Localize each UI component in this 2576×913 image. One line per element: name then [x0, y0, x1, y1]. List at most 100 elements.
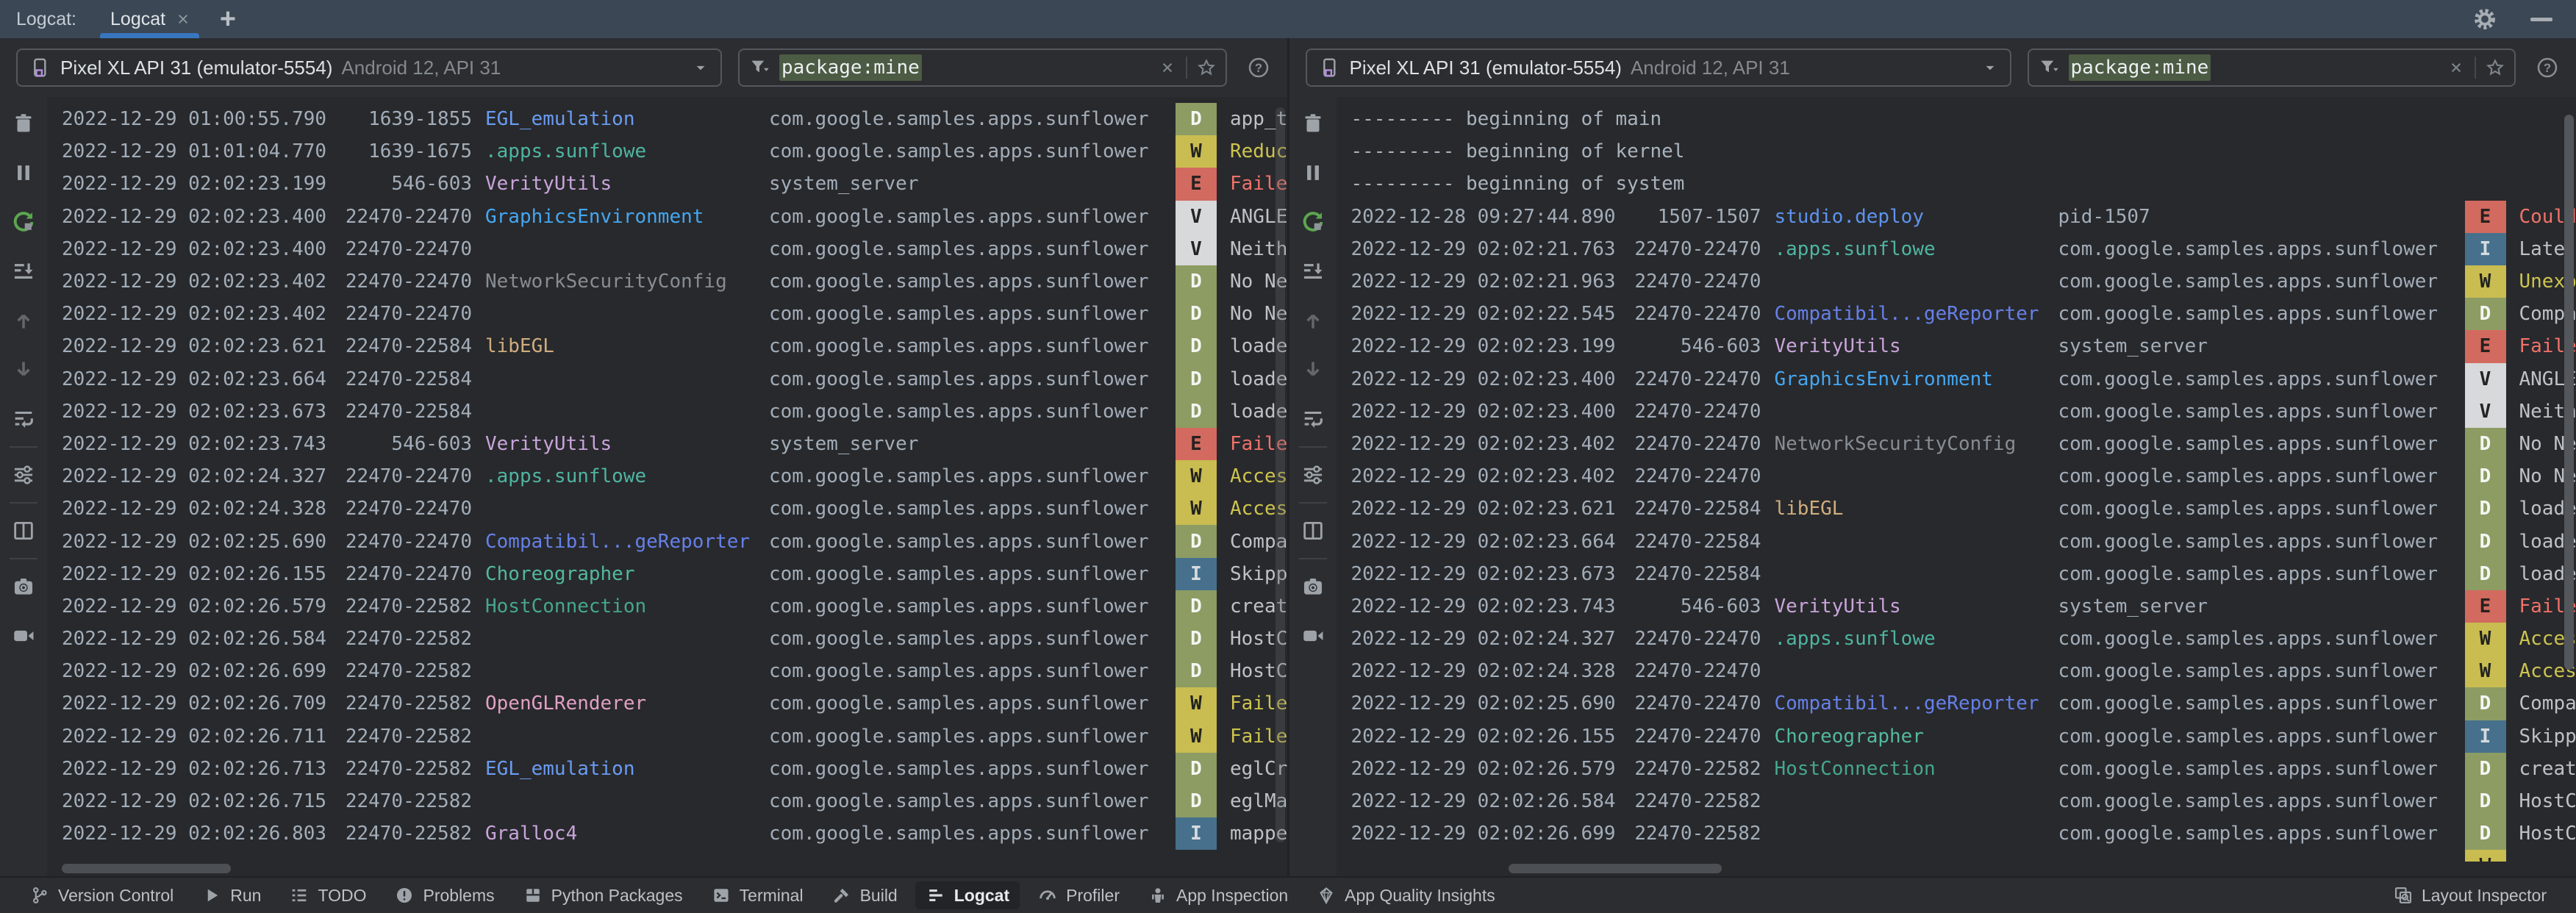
- scroll-to-end-button[interactable]: [9, 257, 38, 286]
- filter-funnel-icon[interactable]: [2038, 57, 2060, 79]
- statusbar-item-logcat[interactable]: Logcat: [915, 881, 1020, 909]
- log-row[interactable]: 2022-12-29 02:02:26.579 22470-22582 HostCo…: [1337, 752, 2576, 785]
- pause-logcat-button[interactable]: [1298, 158, 1328, 187]
- close-tab-icon[interactable]: ×: [177, 9, 189, 29]
- statusbar-item-version-control[interactable]: Version Control: [19, 881, 184, 909]
- log-row[interactable]: 2022-12-29 02:02:26.579 22470-22582 HostCo…: [47, 590, 1287, 623]
- log-row[interactable]: 2022-12-29 02:02:23.402 22470-22470 Networ…: [1337, 427, 2576, 461]
- log-row[interactable]: 2022-12-29 01:01:04.770 1639-1675 .apps.su…: [47, 135, 1287, 168]
- next-occurrence-button[interactable]: [9, 355, 38, 384]
- log-row[interactable]: 2022-12-29 02:02:26.699 22470-22582 com.go…: [47, 655, 1287, 688]
- scroll-to-end-button[interactable]: [1298, 257, 1328, 286]
- split-panels-button[interactable]: [9, 516, 38, 545]
- statusbar-item-run[interactable]: Run: [191, 881, 271, 909]
- log-row[interactable]: 2022-12-29 02:02:23.673 22470-22584 com.go…: [47, 395, 1287, 428]
- log-row[interactable]: 2022-12-29 02:02:24.327 22470-22470 .apps.…: [1337, 623, 2576, 656]
- log-row[interactable]: 2022-12-29 02:02:23.402 22470-22470 com.go…: [1337, 460, 2576, 493]
- statusbar-item-problems[interactable]: Problems: [384, 881, 504, 909]
- device-selector[interactable]: Pixel XL API 31 (emulator-5554) Android …: [16, 49, 722, 87]
- log-row[interactable]: 2022-12-29 02:02:25.690 22470-22470 Compat…: [1337, 687, 2576, 720]
- log-row[interactable]: 2022-12-29 02:02:23.664 22470-22584 com.go…: [47, 362, 1287, 395]
- log-row[interactable]: 2022-12-29 02:02:23.621 22470-22584 libEGL…: [47, 330, 1287, 363]
- split-panels-button[interactable]: [1298, 516, 1328, 545]
- log-row[interactable]: 2022-12-29 02:02:23.400 22470-22470 Graphi…: [47, 200, 1287, 233]
- favorite-star-icon[interactable]: [1196, 57, 1217, 78]
- logcat-formatting-options-button[interactable]: [9, 460, 38, 490]
- log-row[interactable]: 2022-12-29 02:02:23.664 22470-22584 com.go…: [1337, 525, 2576, 558]
- log-row[interactable]: 2022-12-29 02:02:23.402 22470-22470 Networ…: [47, 265, 1287, 298]
- filter-input[interactable]: package:mine: [2027, 49, 2516, 87]
- pause-logcat-button[interactable]: [9, 158, 38, 187]
- device-selector[interactable]: Pixel XL API 31 (emulator-5554) Android …: [1305, 49, 2011, 87]
- log-row[interactable]: 2022-12-29 01:00:55.790 1639-1855 EGL_emul…: [47, 103, 1287, 136]
- statusbar-item-app-inspection[interactable]: App Inspection: [1137, 881, 1298, 909]
- restart-logcat-button[interactable]: [9, 207, 38, 237]
- restart-logcat-button[interactable]: [1298, 207, 1328, 237]
- statusbar-item-build[interactable]: Build: [821, 881, 908, 909]
- horizontal-scrollbar-thumb[interactable]: [1508, 864, 1722, 873]
- log-row[interactable]: 2022-12-29 02:02:23.402 22470-22470 com.go…: [47, 298, 1287, 331]
- statusbar-item-profiler[interactable]: Profiler: [1027, 881, 1130, 909]
- logcat-formatting-options-button[interactable]: [1298, 460, 1328, 490]
- screen-record-button[interactable]: [1298, 621, 1328, 651]
- log-row[interactable]: W: [1337, 850, 2576, 862]
- vertical-scrollbar-thumb[interactable]: [2564, 115, 2574, 670]
- log-row[interactable]: 2022-12-29 02:02:24.328 22470-22470 com.go…: [1337, 655, 2576, 688]
- log-row[interactable]: 2022-12-29 02:02:23.400 22470-22470 com.go…: [1337, 395, 2576, 428]
- clear-filter-icon[interactable]: [1158, 58, 1177, 77]
- statusbar-item-todo[interactable]: TODO: [279, 881, 376, 909]
- log-row[interactable]: 2022-12-29 02:02:23.621 22470-22584 libEGL…: [1337, 493, 2576, 526]
- next-occurrence-button[interactable]: [1298, 355, 1328, 384]
- log-row[interactable]: 2022-12-29 02:02:24.328 22470-22470 com.go…: [47, 493, 1287, 526]
- horizontal-scrollbar-thumb[interactable]: [62, 864, 231, 873]
- log-row[interactable]: 2022-12-29 02:02:22.545 22470-22470 Compat…: [1337, 298, 2576, 331]
- log-row[interactable]: 2022-12-29 02:02:23.199 546-603 VerityUtil…: [47, 168, 1287, 201]
- clear-logcat-button[interactable]: [1298, 109, 1328, 138]
- log-row[interactable]: 2022-12-29 02:02:26.155 22470-22470 Choreo…: [1337, 720, 2576, 753]
- help-icon[interactable]: ?: [1243, 56, 1274, 79]
- log-row[interactable]: 2022-12-29 02:02:23.400 22470-22470 com.go…: [47, 232, 1287, 265]
- filter-funnel-icon[interactable]: [748, 57, 770, 79]
- help-icon[interactable]: ?: [2532, 56, 2563, 79]
- filter-input[interactable]: package:mine: [738, 49, 1227, 87]
- add-tab-button[interactable]: +: [220, 5, 236, 33]
- vertical-scrollbar-thumb[interactable]: [1275, 107, 1285, 842]
- tab-logcat[interactable]: Logcat ×: [99, 0, 201, 38]
- log-row[interactable]: 2022-12-29 02:02:26.155 22470-22470 Choreo…: [47, 557, 1287, 590]
- log-row[interactable]: 2022-12-29 02:02:26.713 22470-22582 EGL_em…: [47, 752, 1287, 785]
- log-row[interactable]: 2022-12-29 02:02:23.199 546-603 VerityUtil…: [1337, 330, 2576, 363]
- clear-filter-icon[interactable]: [2447, 58, 2466, 77]
- screenshot-button[interactable]: [9, 572, 38, 601]
- statusbar-item-python-packages[interactable]: Python Packages: [512, 881, 693, 909]
- minimize-icon[interactable]: [2530, 17, 2552, 21]
- log-row[interactable]: 2022-12-29 02:02:26.699 22470-22582 com.go…: [1337, 817, 2576, 851]
- statusbar-item-terminal[interactable]: Terminal: [701, 881, 814, 909]
- soft-wrap-button[interactable]: [1298, 404, 1328, 434]
- screen-record-button[interactable]: [9, 621, 38, 651]
- previous-occurrence-button[interactable]: [1298, 306, 1328, 335]
- log-row[interactable]: 2022-12-29 02:02:21.963 22470-22470 com.go…: [1337, 265, 2576, 298]
- soft-wrap-button[interactable]: [9, 404, 38, 434]
- log-row[interactable]: 2022-12-29 02:02:26.584 22470-22582 com.go…: [47, 623, 1287, 656]
- statusbar-item-layout-inspector[interactable]: Layout Inspector: [2383, 881, 2557, 909]
- settings-gear-icon[interactable]: [2472, 6, 2498, 32]
- log-row[interactable]: 2022-12-29 02:02:26.711 22470-22582 com.go…: [47, 720, 1287, 753]
- log-row[interactable]: 2022-12-29 02:02:23.673 22470-22584 com.go…: [1337, 557, 2576, 590]
- clear-logcat-button[interactable]: [9, 109, 38, 138]
- log-row[interactable]: 2022-12-29 02:02:26.709 22470-22582 OpenGL…: [47, 687, 1287, 720]
- statusbar-item-app-quality-insights[interactable]: App Quality Insights: [1306, 881, 1506, 909]
- log-row[interactable]: 2022-12-29 02:02:26.584 22470-22582 com.go…: [1337, 784, 2576, 818]
- log-row[interactable]: 2022-12-29 02:02:24.327 22470-22470 .apps.…: [47, 460, 1287, 493]
- log-row[interactable]: 2022-12-29 02:02:23.400 22470-22470 Graphi…: [1337, 362, 2576, 395]
- log-row[interactable]: 2022-12-28 09:27:44.890 1507-1507 studio.d…: [1337, 200, 2576, 233]
- favorite-star-icon[interactable]: [2485, 57, 2505, 78]
- log-package: com.google.samples.apps.sunflower: [2058, 562, 2439, 585]
- log-row[interactable]: 2022-12-29 02:02:23.743 546-603 VerityUtil…: [1337, 590, 2576, 623]
- log-row[interactable]: 2022-12-29 02:02:26.803 22470-22582 Grallo…: [47, 817, 1287, 851]
- log-row[interactable]: 2022-12-29 02:02:25.690 22470-22470 Compat…: [47, 525, 1287, 558]
- log-row[interactable]: 2022-12-29 02:02:21.763 22470-22470 .apps.…: [1337, 232, 2576, 265]
- previous-occurrence-button[interactable]: [9, 306, 38, 335]
- log-row[interactable]: 2022-12-29 02:02:26.715 22470-22582 com.go…: [47, 784, 1287, 818]
- screenshot-button[interactable]: [1298, 572, 1328, 601]
- log-row[interactable]: 2022-12-29 02:02:23.743 546-603 VerityUtil…: [47, 427, 1287, 461]
